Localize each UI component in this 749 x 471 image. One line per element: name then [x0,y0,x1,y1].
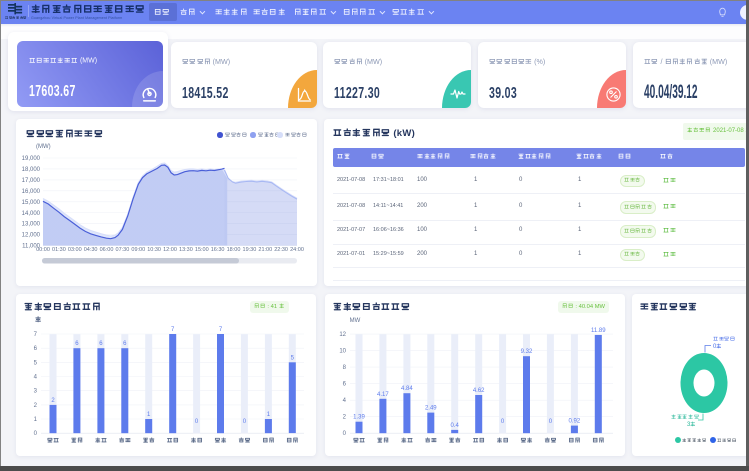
svg-text:0.4: 0.4 [451,423,460,429]
svg-text:06:00: 06:00 [100,247,114,253]
svg-text:10:30: 10:30 [147,247,161,253]
svg-text:(MW): (MW) [36,144,51,150]
svg-text:0: 0 [34,431,38,437]
svg-text:04:30: 04:30 [84,247,98,253]
svg-text:18:00: 18:00 [227,247,241,253]
svg-text:10: 10 [339,349,346,355]
svg-text:01:30: 01:30 [52,247,66,253]
svg-text:11.89: 11.89 [591,328,606,334]
svg-text:1: 1 [34,417,38,423]
svg-text:9.32: 9.32 [521,349,533,355]
svg-text:8: 8 [343,365,347,371]
svg-text:24:00: 24:00 [290,247,304,253]
svg-text:0.92: 0.92 [569,419,581,425]
svg-text:00:00: 00:00 [36,247,50,253]
svg-text:22:30: 22:30 [274,247,288,253]
svg-text:16:30: 16:30 [211,247,225,253]
svg-text:4.62: 4.62 [473,388,485,394]
svg-text:7: 7 [171,327,175,333]
svg-text:12,000: 12,000 [22,233,41,239]
svg-text:19:30: 19:30 [243,247,257,253]
svg-text:03:00: 03:00 [68,247,82,253]
svg-text:MW: MW [350,318,361,324]
svg-text:5: 5 [34,360,38,366]
svg-text:0: 0 [343,431,347,437]
svg-text:19,000: 19,000 [22,156,41,162]
svg-text:4: 4 [343,398,347,404]
svg-text:15,000: 15,000 [22,200,41,206]
svg-text:2: 2 [34,403,38,409]
svg-text:07:30: 07:30 [116,247,130,253]
svg-text:14,000: 14,000 [22,211,41,217]
svg-text:17,000: 17,000 [22,178,41,184]
svg-text:4.17: 4.17 [377,392,389,398]
svg-text:4.84: 4.84 [401,386,413,392]
svg-text:18,000: 18,000 [22,167,41,173]
svg-text:13,000: 13,000 [22,222,41,228]
svg-text:2: 2 [343,415,347,421]
svg-text:6: 6 [34,346,38,352]
svg-text:15:00: 15:00 [195,247,209,253]
svg-text:1.39: 1.39 [353,415,365,421]
svg-text:13:30: 13:30 [179,247,193,253]
svg-text:09:00: 09:00 [131,247,145,253]
svg-text:16,000: 16,000 [22,189,41,195]
svg-text:7: 7 [34,332,38,338]
svg-text:12: 12 [339,332,346,338]
svg-text:3: 3 [34,389,38,395]
svg-text:6: 6 [343,382,347,388]
svg-text:12:00: 12:00 [163,247,177,253]
svg-text:2.49: 2.49 [425,406,437,412]
svg-text:21:00: 21:00 [258,247,272,253]
svg-text:4: 4 [34,375,38,381]
svg-text:7: 7 [219,327,223,333]
